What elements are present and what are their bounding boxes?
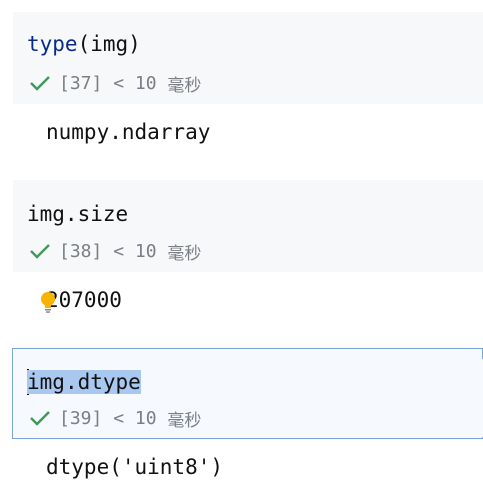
check-icon — [30, 411, 50, 426]
execution-count: [39] — [59, 407, 103, 429]
code-line[interactable]: type(img) — [27, 31, 141, 57]
code-keyword: type — [27, 32, 78, 56]
notebook-cell-3[interactable]: img.dtype [39] < 10 毫秒 dtype('uint8') — [13, 348, 483, 491]
time-unit: 毫秒 — [167, 243, 202, 264]
code-editor[interactable]: type(img) [37] < 10 毫秒 — [13, 12, 483, 104]
code-text: mg.dtype — [39, 370, 141, 394]
execution-time: < 10 — [113, 407, 168, 429]
code-editor[interactable]: img.size [38] < 10 毫秒 — [13, 180, 483, 272]
execution-time: < 10 — [113, 72, 168, 94]
execution-status: [37] < 10 毫秒 — [29, 72, 202, 96]
execution-count: [37] — [59, 72, 103, 94]
notebook-cell-2[interactable]: img.size [38] < 10 毫秒 207000 — [13, 180, 483, 330]
cell-output: 207000 — [46, 288, 122, 312]
code-text: (img) — [77, 32, 141, 56]
check-icon — [30, 76, 50, 91]
code-editor[interactable]: img.dtype [39] < 10 毫秒 — [13, 359, 483, 437]
execution-status: [39] < 10 毫秒 — [29, 407, 202, 431]
time-unit: 毫秒 — [167, 75, 202, 96]
execution-count: [38] — [59, 240, 103, 262]
lightbulb-icon[interactable] — [40, 291, 56, 313]
check-icon — [30, 244, 50, 259]
code-line[interactable]: img.dtype — [27, 369, 141, 395]
code-line[interactable]: img.size — [27, 201, 128, 227]
cell-output: dtype('uint8') — [46, 455, 224, 479]
selected-text: img.dtype — [27, 370, 141, 394]
time-unit: 毫秒 — [167, 410, 202, 431]
notebook-cell-1[interactable]: type(img) [37] < 10 毫秒 numpy.ndarray — [13, 12, 483, 172]
code-text: i — [27, 370, 40, 394]
execution-status: [38] < 10 毫秒 — [29, 240, 202, 264]
execution-time: < 10 — [113, 240, 168, 262]
cell-output: numpy.ndarray — [46, 120, 211, 144]
